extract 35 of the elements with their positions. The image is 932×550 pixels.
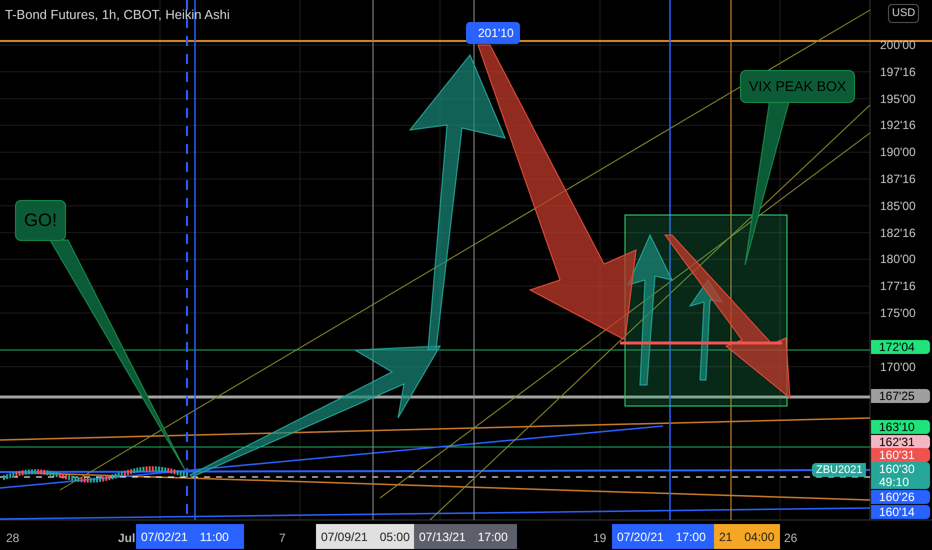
price-label: 160'14	[871, 505, 930, 519]
price-tick: 185'00	[880, 198, 916, 213]
price-tick: 170'00	[880, 360, 916, 374]
price-tick: 182'16	[880, 226, 916, 240]
price-label: 163'10	[871, 420, 930, 434]
price-tick: 192'16	[880, 118, 916, 132]
time-marker: 07/02/21 11:00	[136, 524, 244, 549]
callout-label: VIX PEAK BOX	[740, 70, 856, 103]
time-label: 19	[593, 530, 606, 547]
price-label: 167'25	[871, 389, 930, 403]
price-tick: 175'00	[880, 306, 916, 320]
time-marker: 07/20/21 17:00	[612, 524, 714, 549]
price-tick: 187'16	[880, 172, 916, 186]
time-marker: 21 04:00	[714, 524, 780, 549]
time-label: 7	[279, 530, 286, 547]
price-tick: 200'00	[880, 38, 916, 52]
currency-button[interactable]: USD	[888, 4, 920, 22]
callout-label: GO!	[15, 200, 66, 241]
time-label: 26	[784, 530, 798, 547]
time-marker: 07/09/21 05:00	[316, 524, 414, 549]
price-label: 160'31	[871, 448, 930, 462]
time-marker: 07/13/21 17:00	[414, 524, 517, 549]
price-tick: 195'00	[880, 92, 916, 106]
price-tag: 201'10	[466, 22, 520, 44]
price-label: 172'04	[871, 340, 930, 354]
price-tick: 190'00	[880, 145, 916, 160]
price-tick: 197'16	[880, 64, 916, 79]
time-label: Jul	[118, 530, 136, 547]
price-tick: 180'00	[880, 252, 916, 266]
price-label: 160'26	[871, 490, 930, 504]
symbol-tag: ZBU2021	[812, 463, 866, 477]
price-label: 162'31	[871, 435, 930, 449]
time-label: 28	[6, 530, 20, 547]
price-tick: 177'16	[880, 279, 916, 294]
price-label: 160'30 49:10	[871, 462, 930, 489]
